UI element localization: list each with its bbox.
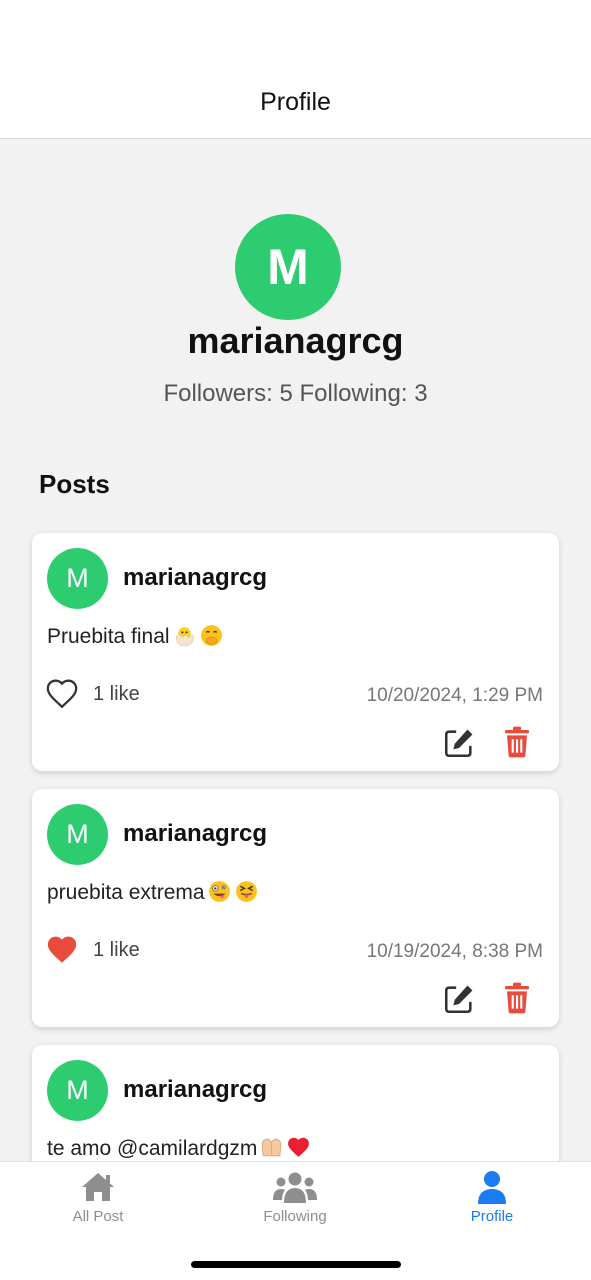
- zany-face-emoji: [208, 881, 230, 902]
- post-text: Pruebita final: [47, 625, 170, 648]
- posts-section-title: Posts: [39, 469, 110, 499]
- profile-follow-stats: Followers: 5 Following: 3: [163, 380, 428, 407]
- post-avatar: M: [47, 548, 108, 609]
- post-text: pruebita extrema: [47, 881, 205, 904]
- post-card: M marianagrcg te amo @camilardgzm: [32, 1045, 559, 1161]
- like-count: 1 like: [93, 683, 140, 705]
- post-card: M marianagrcg pruebita extrema 1 like 10…: [32, 789, 559, 1027]
- face-with-hand-over-mouth-emoji: [200, 625, 222, 646]
- post-username: marianagrcg: [123, 820, 268, 847]
- heart-hands-emoji: [262, 1138, 282, 1157]
- tab-label: All Post: [72, 1208, 124, 1225]
- hatching-chick-emoji: [175, 627, 194, 647]
- red-heart-emoji: [288, 1137, 310, 1157]
- squinting-tongue-face-emoji: [235, 881, 257, 902]
- post-text-line: Pruebita final: [47, 623, 224, 649]
- like-count: 1 like: [93, 939, 140, 961]
- post-username: marianagrcg: [123, 564, 268, 591]
- post-avatar: M: [47, 1060, 108, 1121]
- home-icon: [82, 1173, 114, 1201]
- post-username: marianagrcg: [123, 1076, 268, 1103]
- edit-icon[interactable]: [442, 726, 476, 760]
- tab-all-post[interactable]: All Post: [18, 1170, 178, 1242]
- tab-label: Profile: [470, 1208, 514, 1225]
- tab-label: Following: [263, 1208, 327, 1225]
- post-date: 10/20/2024, 1:29 PM: [366, 685, 543, 706]
- post-date: 10/19/2024, 8:38 PM: [366, 941, 543, 962]
- user-icon: [478, 1171, 506, 1204]
- bottom-tab-bar: All Post Following Profile: [0, 1161, 591, 1280]
- page-title: Profile: [260, 88, 331, 116]
- trash-icon[interactable]: [503, 726, 531, 758]
- post-text-line: pruebita extrema: [47, 879, 259, 905]
- profile-avatar: M: [235, 214, 341, 320]
- tab-following[interactable]: Following: [215, 1170, 375, 1242]
- heart-outline-icon[interactable]: [45, 677, 79, 711]
- group-icon: [273, 1172, 317, 1203]
- post-text-line: te amo @camilardgzm: [47, 1135, 311, 1161]
- post-card: M marianagrcg Pruebita final 1 like 10/2…: [32, 533, 559, 771]
- profile-username: marianagrcg: [187, 320, 404, 361]
- home-indicator[interactable]: [191, 1261, 401, 1268]
- tab-profile[interactable]: Profile: [412, 1170, 572, 1242]
- post-text: te amo @camilardgzm: [47, 1137, 258, 1160]
- header-bar: Profile: [0, 0, 591, 139]
- post-avatar: M: [47, 804, 108, 865]
- edit-icon[interactable]: [442, 982, 476, 1016]
- trash-icon[interactable]: [503, 982, 531, 1014]
- heart-filled-icon[interactable]: [45, 933, 79, 967]
- profile-scroll-content[interactable]: M marianagrcg Followers: 5 Following: 3 …: [0, 139, 591, 1161]
